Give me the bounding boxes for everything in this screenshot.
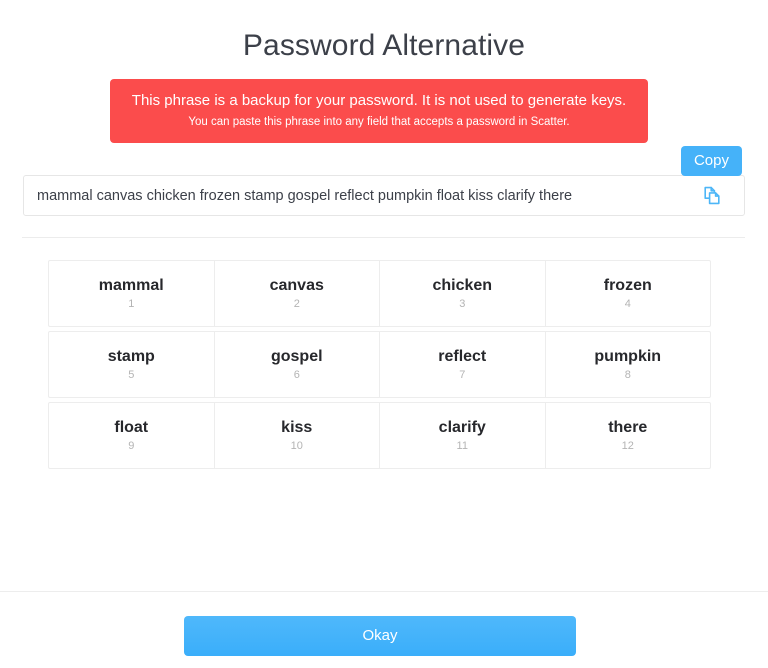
word-index: 8	[624, 369, 631, 381]
word-index: 4	[624, 298, 631, 310]
word-index: 1	[128, 298, 135, 310]
warning-subline: You can paste this phrase into any field…	[188, 116, 570, 128]
word-label: there	[608, 419, 648, 436]
section-divider	[22, 237, 745, 238]
word-index: 2	[293, 298, 300, 310]
word-row: float 9 kiss 10 clarify 11 there 12	[48, 402, 711, 469]
word-label: kiss	[281, 419, 313, 436]
word-cell[interactable]: mammal 1	[49, 261, 215, 326]
mnemonic-word-grid: mammal 1 canvas 2 chicken 3 frozen 4 sta…	[48, 260, 711, 469]
word-label: stamp	[107, 348, 155, 365]
word-index: 6	[293, 369, 300, 381]
word-cell[interactable]: reflect 7	[380, 332, 546, 397]
word-index: 5	[128, 369, 135, 381]
word-cell[interactable]: clarify 11	[380, 403, 546, 468]
word-cell[interactable]: there 12	[546, 403, 711, 468]
copy-tooltip-button[interactable]: Copy	[680, 146, 742, 176]
word-label: float	[114, 419, 149, 436]
word-index: 10	[290, 440, 303, 452]
word-label: clarify	[438, 419, 486, 436]
word-cell[interactable]: float 9	[49, 403, 215, 468]
mnemonic-phrase-input[interactable]	[37, 176, 698, 215]
warning-headline: This phrase is a backup for your passwor…	[131, 92, 627, 109]
word-cell[interactable]: frozen 4	[546, 261, 711, 326]
word-label: chicken	[432, 277, 493, 294]
page-title: Password Alternative	[242, 29, 526, 62]
password-alternative-screen: Password Alternative This phrase is a ba…	[0, 0, 768, 668]
backup-phrase-warning-banner: This phrase is a backup for your passwor…	[110, 79, 648, 143]
footer-bar: Okay	[0, 591, 768, 668]
word-index: 12	[621, 440, 634, 452]
word-index: 3	[459, 298, 466, 310]
word-cell[interactable]: gospel 6	[215, 332, 380, 397]
word-cell[interactable]: canvas 2	[215, 261, 380, 326]
word-index: 7	[459, 369, 466, 381]
word-label: frozen	[603, 277, 652, 294]
okay-button[interactable]: Okay	[184, 616, 576, 656]
word-cell[interactable]: chicken 3	[380, 261, 546, 326]
word-label: mammal	[98, 277, 164, 294]
word-row: stamp 5 gospel 6 reflect 7 pumpkin 8	[48, 331, 711, 398]
mnemonic-phrase-field[interactable]	[23, 175, 745, 216]
word-label: gospel	[270, 348, 323, 365]
word-cell[interactable]: stamp 5	[49, 332, 215, 397]
copy-icon[interactable]	[698, 182, 726, 210]
word-index: 9	[128, 440, 135, 452]
word-cell[interactable]: pumpkin 8	[546, 332, 711, 397]
word-label: pumpkin	[594, 348, 662, 365]
main-content: Password Alternative This phrase is a ba…	[0, 0, 768, 591]
word-index: 11	[456, 440, 468, 452]
word-row: mammal 1 canvas 2 chicken 3 frozen 4	[48, 260, 711, 327]
word-label: reflect	[438, 348, 487, 365]
word-label: canvas	[269, 277, 324, 294]
word-cell[interactable]: kiss 10	[215, 403, 380, 468]
